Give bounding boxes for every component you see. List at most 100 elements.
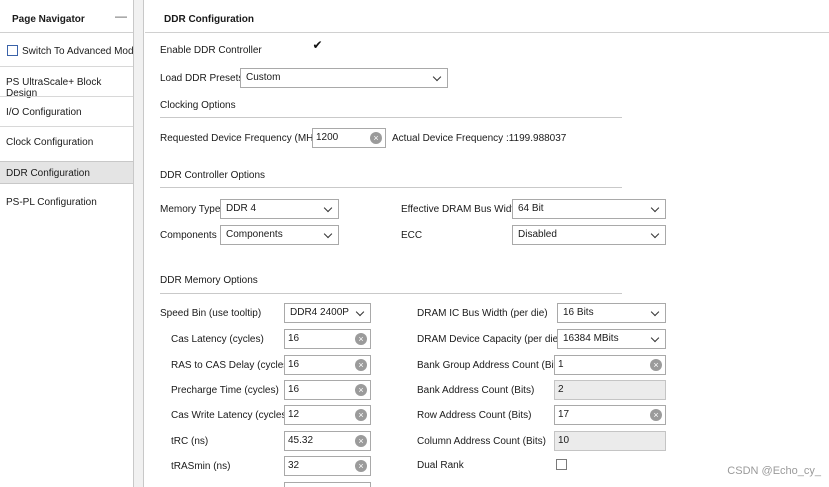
trc-value: 45.32 bbox=[288, 435, 314, 446]
req-freq-label: Requested Device Frequency (MHz) bbox=[160, 133, 322, 144]
row-address-value: 17 bbox=[558, 409, 570, 420]
chevron-down-icon bbox=[650, 229, 660, 239]
memory-heading: DDR Memory Options bbox=[160, 275, 258, 286]
components-label: Components bbox=[160, 230, 217, 241]
precharge-time-input[interactable]: 16 × bbox=[284, 380, 371, 400]
row-address-input[interactable]: 17 × bbox=[554, 405, 666, 425]
page-title: DDR Configuration bbox=[164, 14, 254, 25]
ic-bus-width-label: DRAM IC Bus Width (per die) bbox=[417, 308, 548, 319]
cas-write-latency-value: 12 bbox=[288, 409, 300, 420]
chevron-down-icon bbox=[323, 203, 333, 213]
divider bbox=[160, 293, 622, 294]
divider bbox=[160, 187, 622, 188]
bank-address-label: Bank Address Count (Bits) bbox=[417, 385, 535, 396]
divider bbox=[160, 117, 622, 118]
clear-icon[interactable]: × bbox=[650, 359, 662, 371]
speed-bin-dropdown[interactable]: DDR4 2400P bbox=[284, 303, 371, 323]
memory-type-label: Memory Type bbox=[160, 204, 221, 215]
ecc-label: ECC bbox=[401, 230, 423, 241]
nav-item-io-configuration[interactable]: I/O Configuration bbox=[0, 100, 133, 124]
chevron-down-icon bbox=[650, 203, 660, 213]
column-address-label: Column Address Count (Bits) bbox=[417, 436, 546, 447]
bus-width-label: Effective DRAM Bus Width bbox=[401, 204, 520, 215]
minimize-icon[interactable]: — bbox=[115, 9, 127, 23]
req-freq-input[interactable]: 1200 × bbox=[312, 128, 386, 148]
req-freq-value: 1200 bbox=[316, 132, 339, 143]
presets-value: Custom bbox=[246, 72, 281, 83]
nav-item-ps-pl-configuration[interactable]: PS-PL Configuration bbox=[0, 190, 133, 214]
bank-group-input[interactable]: 1 × bbox=[554, 355, 666, 375]
bank-address-value: 2 bbox=[558, 384, 564, 395]
clear-icon[interactable]: × bbox=[650, 409, 662, 421]
components-dropdown[interactable]: Components bbox=[220, 225, 339, 245]
dual-rank-checkbox[interactable] bbox=[556, 459, 567, 470]
main-header: DDR Configuration bbox=[145, 0, 829, 33]
cas-write-latency-label: Cas Write Latency (cycles) bbox=[171, 410, 290, 421]
cas-latency-value: 16 bbox=[288, 333, 300, 344]
bus-width-value: 64 Bit bbox=[518, 203, 544, 214]
clocking-heading: Clocking Options bbox=[160, 100, 236, 111]
chevron-down-icon bbox=[355, 307, 365, 317]
cas-latency-input[interactable]: 16 × bbox=[284, 329, 371, 349]
watermark: CSDN @Echo_cy_ bbox=[727, 465, 821, 477]
ecc-value: Disabled bbox=[518, 229, 557, 240]
ras-cas-delay-label: RAS to CAS Delay (cycles) bbox=[171, 360, 292, 371]
clear-icon[interactable]: × bbox=[355, 409, 367, 421]
bank-address-field: 2 bbox=[554, 380, 666, 400]
precharge-time-value: 16 bbox=[288, 384, 300, 395]
clear-icon[interactable]: × bbox=[355, 384, 367, 396]
enable-ddr-checkbox[interactable]: ✔ bbox=[312, 39, 323, 52]
presets-label: Load DDR Presets bbox=[160, 73, 244, 84]
cas-write-latency-input[interactable]: 12 × bbox=[284, 405, 371, 425]
trasmin-value: 32 bbox=[288, 460, 300, 471]
clear-icon[interactable]: × bbox=[370, 132, 382, 144]
clear-icon[interactable]: × bbox=[355, 435, 367, 447]
clear-icon[interactable]: × bbox=[355, 460, 367, 472]
bus-width-dropdown[interactable]: 64 Bit bbox=[512, 199, 666, 219]
navigator-header: Page Navigator — bbox=[0, 0, 133, 33]
speed-bin-value: DDR4 2400P bbox=[290, 307, 349, 318]
presets-dropdown[interactable]: Custom bbox=[240, 68, 448, 88]
clear-icon[interactable]: × bbox=[355, 359, 367, 371]
ic-bus-width-value: 16 Bits bbox=[563, 307, 594, 318]
trasmin-input[interactable]: 32 × bbox=[284, 456, 371, 476]
ras-cas-delay-value: 16 bbox=[288, 359, 300, 370]
page-navigator: Page Navigator — Switch To Advanced Mode… bbox=[0, 0, 139, 487]
advanced-mode-checkbox[interactable] bbox=[7, 45, 18, 56]
controller-heading: DDR Controller Options bbox=[160, 170, 266, 181]
actual-freq-text: Actual Device Frequency :1199.988037 bbox=[392, 133, 567, 144]
precharge-time-label: Precharge Time (cycles) bbox=[171, 385, 279, 396]
components-value: Components bbox=[226, 229, 283, 240]
ecc-dropdown[interactable]: Disabled bbox=[512, 225, 666, 245]
dual-rank-label: Dual Rank bbox=[417, 460, 464, 471]
device-capacity-dropdown[interactable]: 16384 MBits bbox=[557, 329, 666, 349]
ic-bus-width-dropdown[interactable]: 16 Bits bbox=[557, 303, 666, 323]
chevron-down-icon bbox=[323, 229, 333, 239]
memory-type-dropdown[interactable]: DDR 4 bbox=[220, 199, 339, 219]
trc-input[interactable]: 45.32 × bbox=[284, 431, 371, 451]
cas-latency-label: Cas Latency (cycles) bbox=[171, 334, 264, 345]
row-address-label: Row Address Count (Bits) bbox=[417, 410, 532, 421]
column-address-value: 10 bbox=[558, 435, 570, 446]
memory-type-value: DDR 4 bbox=[226, 203, 257, 214]
nav-item-label: DDR Configuration bbox=[6, 168, 90, 179]
enable-ddr-label: Enable DDR Controller bbox=[160, 45, 262, 56]
chevron-down-icon bbox=[432, 72, 442, 82]
chevron-down-icon bbox=[650, 333, 660, 343]
bank-group-label: Bank Group Address Count (Bits) bbox=[417, 360, 565, 371]
navigator-title: Page Navigator bbox=[12, 14, 85, 25]
advanced-mode-label[interactable]: Switch To Advanced Mode bbox=[22, 46, 139, 57]
device-capacity-value: 16384 MBits bbox=[563, 333, 619, 344]
speed-bin-label: Speed Bin (use tooltip) bbox=[160, 308, 262, 319]
nav-item-block-design[interactable]: PS UltraScale+ Block Design bbox=[0, 70, 133, 99]
nav-item-clock-configuration[interactable]: Clock Configuration bbox=[0, 130, 133, 154]
nav-item-ddr-configuration[interactable]: DDR Configuration bbox=[0, 161, 133, 184]
nav-item-label: Clock Configuration bbox=[6, 137, 94, 148]
clear-icon[interactable]: × bbox=[355, 333, 367, 345]
panel-splitter[interactable] bbox=[134, 0, 144, 487]
divider bbox=[0, 66, 133, 67]
device-capacity-label: DRAM Device Capacity (per die) bbox=[417, 334, 562, 345]
ras-cas-delay-input[interactable]: 16 × bbox=[284, 355, 371, 375]
next-field-partial[interactable] bbox=[284, 482, 371, 487]
chevron-down-icon bbox=[650, 307, 660, 317]
